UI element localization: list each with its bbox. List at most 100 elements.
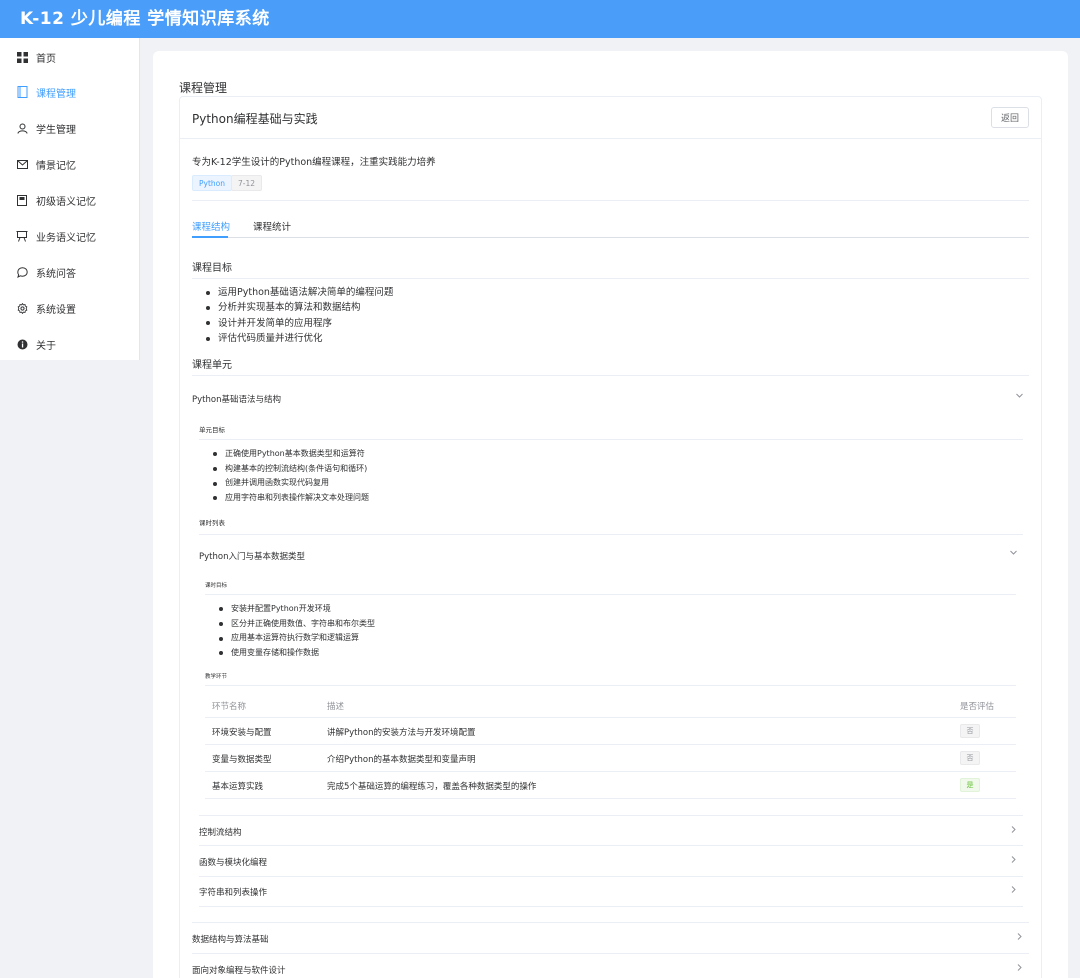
- tab-course-statistics[interactable]: 课程统计: [253, 219, 291, 233]
- divider: [192, 953, 1029, 954]
- table-header-evaluated: 是否评估: [960, 702, 995, 712]
- gear-icon: [16, 302, 28, 314]
- divider: [199, 439, 1023, 440]
- objectives-list: 运用Python基础语法解决简单的编程问题 分析并实现基本的算法和数据结构 设计…: [206, 285, 393, 346]
- lesson-goals-label: 课时目标: [205, 583, 228, 589]
- user-icon: [16, 122, 28, 134]
- sidebar-item-label: 课程管理: [36, 88, 76, 100]
- sidebar-item-courses[interactable]: 课程管理: [0, 74, 140, 110]
- list-item: 正确使用Python基本数据类型和运算符: [213, 447, 369, 462]
- unit-goals-list: 正确使用Python基本数据类型和运算符 构建基本的控制流结构(条件语句和循环)…: [213, 447, 369, 506]
- grade-tag: 7-12: [231, 175, 263, 191]
- active-tab-indicator: [192, 236, 228, 238]
- lesson-row-strings-lists[interactable]: 字符串和列表操作: [199, 886, 267, 898]
- book-icon: [16, 86, 28, 98]
- evaluated-badge: 否: [960, 724, 980, 738]
- unit-goals-label: 单元目标: [199, 426, 225, 434]
- evaluated-badge: 是: [960, 778, 980, 792]
- list-item: 区分并正确使用数值、字符串和布尔类型: [219, 617, 375, 632]
- divider: [199, 876, 1023, 877]
- table-cell-description: 讲解Python的安装方法与开发环境配置: [327, 728, 476, 738]
- sidebar-empty-area: [0, 360, 140, 978]
- language-tag: Python: [192, 175, 232, 191]
- chevron-down-icon[interactable]: [1009, 548, 1018, 560]
- sidebar-item-label: 系统设置: [36, 304, 76, 316]
- divider: [192, 200, 1029, 201]
- sidebar-item-settings[interactable]: 系统设置: [0, 290, 140, 326]
- tabs-divider: [192, 237, 1029, 238]
- table-divider: [205, 798, 1016, 799]
- table-cell-description: 介绍Python的基本数据类型和变量声明: [327, 755, 476, 765]
- card-header-divider: [180, 138, 1041, 139]
- divider: [192, 375, 1029, 376]
- list-item: 构建基本的控制流结构(条件语句和循环): [213, 462, 369, 477]
- chevron-right-icon[interactable]: [1009, 855, 1018, 867]
- table-cell-name: 变量与数据类型: [212, 755, 272, 765]
- list-item: 分析并实现基本的算法和数据结构: [206, 300, 393, 315]
- list-item: 运用Python基础语法解决简单的编程问题: [206, 285, 393, 300]
- evaluated-badge: 否: [960, 751, 980, 765]
- table-divider: [205, 771, 1016, 772]
- divider: [199, 534, 1023, 535]
- sidebar-item-episodic-memory[interactable]: 情景记忆: [0, 146, 140, 182]
- app-header: K-12 少儿编程 学情知识库系统: [0, 0, 1080, 38]
- lesson-list-label: 课时列表: [199, 519, 225, 527]
- tab-course-structure[interactable]: 课程结构: [192, 219, 230, 233]
- list-item: 评估代码质量并进行优化: [206, 331, 393, 346]
- sidebar-item-label: 关于: [36, 340, 56, 352]
- sidebar-item-students[interactable]: 学生管理: [0, 110, 140, 146]
- list-item: 应用基本运算符执行数学和逻辑运算: [219, 631, 375, 646]
- unit-row-basic-syntax[interactable]: Python基础语法与结构: [192, 393, 281, 405]
- list-item: 安装并配置Python开发环境: [219, 602, 375, 617]
- divider: [205, 594, 1016, 595]
- sidebar-item-qa[interactable]: 系统问答: [0, 254, 140, 290]
- mail-icon: [16, 158, 28, 170]
- sidebar-item-label: 初级语义记忆: [36, 196, 96, 208]
- divider: [192, 922, 1029, 923]
- sidebar-item-business-semantic-memory[interactable]: 业务语义记忆: [0, 218, 140, 254]
- back-button[interactable]: 返回: [991, 107, 1029, 128]
- lesson-row-control-flow[interactable]: 控制流结构: [199, 826, 242, 838]
- table-cell-description: 完成5个基础运算的编程练习，覆盖各种数据类型的操作: [327, 782, 537, 792]
- sidebar-item-label: 首页: [36, 53, 56, 65]
- list-item: 设计并开发简单的应用程序: [206, 316, 393, 331]
- unit-row-data-structures[interactable]: 数据结构与算法基础: [192, 933, 269, 945]
- app-title: K-12 少儿编程 学情知识库系统: [20, 9, 270, 29]
- sidebar: 首页 课程管理 学生管理 情景记忆 初级语义记忆 业务语义记忆 系统问答 系统设…: [0, 38, 140, 360]
- chevron-down-icon[interactable]: [1015, 391, 1024, 403]
- chevron-right-icon[interactable]: [1015, 963, 1024, 975]
- dashboard-icon: [16, 51, 28, 63]
- teaching-sections-label: 教学环节: [205, 674, 228, 680]
- unit-row-oop[interactable]: 面向对象编程与软件设计: [192, 964, 286, 976]
- divider: [205, 685, 1016, 686]
- sidebar-item-label: 学生管理: [36, 124, 76, 136]
- notebook-icon: [16, 194, 28, 206]
- divider: [199, 906, 1023, 907]
- objectives-title: 课程目标: [192, 263, 232, 274]
- divider: [192, 278, 1029, 279]
- lesson-goals-list: 安装并配置Python开发环境 区分并正确使用数值、字符串和布尔类型 应用基本运…: [219, 602, 375, 661]
- table-divider: [205, 744, 1016, 745]
- table-divider: [205, 717, 1016, 718]
- course-name: Python编程基础与实践: [192, 112, 318, 126]
- chevron-right-icon[interactable]: [1009, 885, 1018, 897]
- sidebar-item-basic-semantic-memory[interactable]: 初级语义记忆: [0, 182, 140, 218]
- list-item: 使用变量存储和操作数据: [219, 646, 375, 661]
- lesson-row-functions[interactable]: 函数与模块化编程: [199, 856, 267, 868]
- sidebar-item-about[interactable]: 关于: [0, 326, 140, 362]
- units-title: 课程单元: [192, 360, 232, 371]
- course-description: 专为K-12学生设计的Python编程课程，注重实践能力培养: [192, 157, 436, 168]
- lesson-row-intro[interactable]: Python入门与基本数据类型: [199, 550, 305, 562]
- table-cell-name: 环境安装与配置: [212, 728, 272, 738]
- sidebar-item-label: 情景记忆: [36, 160, 76, 172]
- presentation-icon: [16, 230, 28, 242]
- table-header-name: 环节名称: [212, 702, 247, 712]
- list-item: 创建并调用函数实现代码复用: [213, 476, 369, 491]
- chevron-right-icon[interactable]: [1009, 825, 1018, 837]
- divider: [199, 845, 1023, 846]
- sidebar-item-home[interactable]: 首页: [0, 39, 140, 75]
- chevron-right-icon[interactable]: [1015, 932, 1024, 944]
- divider: [199, 815, 1023, 816]
- page-title: 课程管理: [179, 81, 228, 95]
- table-cell-name: 基本运算实践: [212, 782, 264, 792]
